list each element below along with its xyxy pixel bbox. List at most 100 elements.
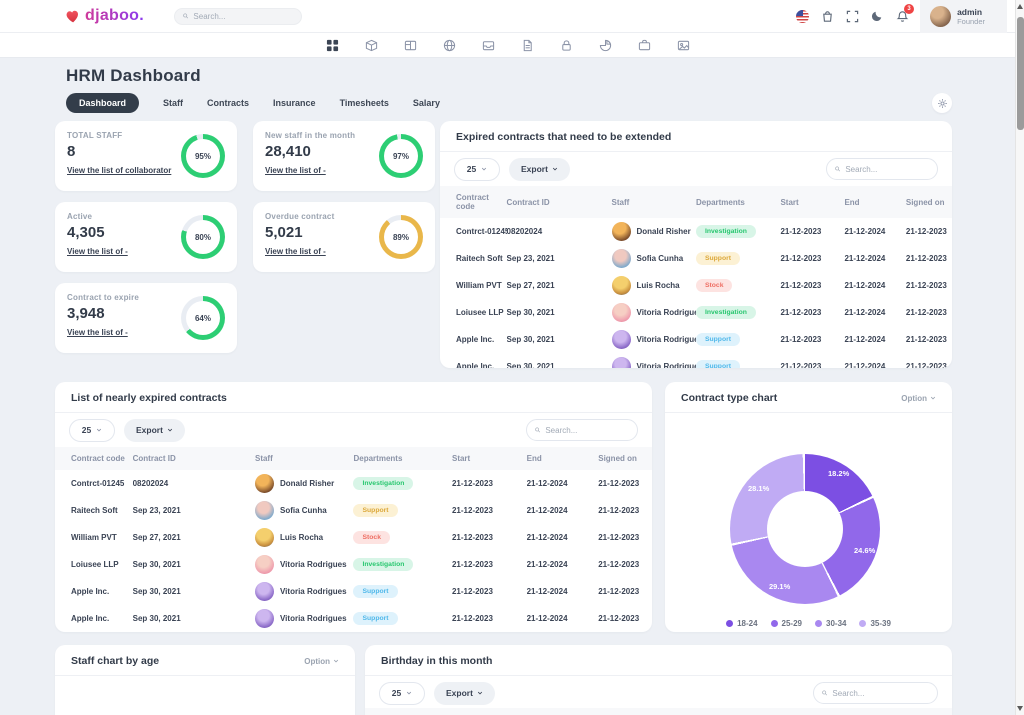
start-date-cell: 21-12-2023 [780,272,844,299]
department-cell: Support [353,605,452,632]
user-name: admin [957,7,985,17]
end-date-cell: 21-12-2024 [844,218,905,245]
page-size-select[interactable]: 25 [69,419,115,442]
table-search[interactable] [813,682,938,704]
chart-option-dropdown[interactable]: Option [304,657,339,666]
department-cell: Investigation [696,218,780,245]
global-search-input[interactable] [193,12,293,21]
start-date-cell: 21-12-2023 [452,578,527,605]
notifications-bell-icon[interactable]: 3 [895,9,909,23]
table-search-input[interactable] [545,426,629,435]
table-row: Contrct-01245 08202024 Donald Risher Inv… [440,218,952,245]
end-date-cell: 21-12-2024 [527,551,599,578]
stat-link[interactable]: View the list of - [265,166,326,175]
user-menu[interactable]: admin Founder [920,0,1007,33]
export-button[interactable]: Export [434,682,495,705]
page-size-select[interactable]: 25 [454,158,500,181]
export-button[interactable]: Export [124,419,185,442]
scrollbar-thumb[interactable] [1017,17,1024,130]
contract-id-cell: Sep 30, 2021 [133,551,255,578]
tab-contracts[interactable]: Contracts [207,93,249,113]
signed-date-cell: 21-12-2023 [598,497,652,524]
user-avatar [930,6,951,27]
table-row: Raitech Soft Sep 23, 2021 Sofia Cunha Su… [440,245,952,272]
modules-box-icon[interactable] [365,39,378,52]
contract-id-cell: Sep 30, 2021 [507,326,612,353]
contract-code-cell: Contrct-01245 [440,218,507,245]
tab-timesheets[interactable]: Timesheets [340,93,389,113]
panel-title: Expired contracts that need to be extend… [456,131,671,143]
dashboard-grid-icon[interactable] [326,39,339,52]
reports-pie-icon[interactable] [599,39,612,52]
security-lock-icon[interactable] [560,39,573,52]
page-scrollbar[interactable] [1015,0,1024,715]
department-badge: Investigation [696,225,756,238]
end-date-cell: 21-12-2024 [844,299,905,326]
inbox-icon[interactable] [482,39,495,52]
search-icon [183,13,188,19]
staff-avatar [612,249,631,268]
stat-link[interactable]: View the list of collaborator [67,166,171,175]
kanban-board-icon[interactable] [404,39,417,52]
scroll-up-arrow[interactable] [1017,4,1023,9]
table-header-row: Contract codeContract IDStaffDepartments… [55,447,652,470]
end-date-cell: 21-12-2024 [527,497,599,524]
table-search-input[interactable] [845,165,929,174]
contract-id-cell: Sep 27, 2021 [507,272,612,299]
staff-avatar [255,501,274,520]
chart-option-dropdown[interactable]: Option [901,394,936,403]
nearly-expired-contracts-panel: List of nearly expired contracts 25 Expo… [55,382,652,632]
department-badge: Support [696,252,740,265]
staff-avatar [612,330,631,349]
tab-salary[interactable]: Salary [413,93,440,113]
fullscreen-icon[interactable] [845,9,859,23]
department-cell: Stock [696,272,780,299]
global-search[interactable] [174,8,302,25]
scroll-down-arrow[interactable] [1017,706,1023,711]
department-cell: Investigation [353,551,452,578]
stat-progress-ring: 95% [181,134,225,178]
legend-dot [859,620,866,627]
end-date-cell: 21-12-2024 [844,272,905,299]
table-search-input[interactable] [832,689,929,698]
department-badge: Stock [696,279,733,292]
table-header-band [365,708,952,715]
contract-code-cell: Contrct-01245 [55,470,133,497]
start-date-cell: 21-12-2023 [780,326,844,353]
tab-staff[interactable]: Staff [163,93,183,113]
export-button[interactable]: Export [509,158,570,181]
donut-slice-label: 18.2% [828,469,849,478]
settings-gear-button[interactable] [932,93,952,113]
contract-code-cell: Apple Inc. [55,605,133,632]
stat-link[interactable]: View the list of - [67,328,128,337]
tab-insurance[interactable]: Insurance [273,93,316,113]
staff-cell: Sofia Cunha [255,497,354,524]
signed-date-cell: 21-12-2023 [906,353,952,368]
globe-icon[interactable] [443,39,456,52]
shopping-bag-icon[interactable] [820,9,834,23]
briefcase-icon[interactable] [638,39,651,52]
dark-mode-moon-icon[interactable] [870,9,884,23]
stat-link[interactable]: View the list of - [67,247,128,256]
contract-code-cell: Apple Inc. [440,326,507,353]
contract-id-cell: Sep 23, 2021 [133,497,255,524]
department-badge: Investigation [353,477,413,490]
department-badge: Investigation [353,558,413,571]
table-row: Apple Inc. Sep 30, 2021 Vitoria Rodrigue… [440,353,952,368]
tab-bar: Dashboard Staff Contracts Insurance Time… [66,93,440,113]
tab-dashboard[interactable]: Dashboard [66,93,139,113]
table-search[interactable] [826,158,938,180]
department-badge: Support [696,333,740,346]
contract-type-chart-panel: Contract type chart Option 18.2% 24.6% 2… [665,382,952,632]
documents-icon[interactable] [521,39,534,52]
language-flag-icon[interactable] [796,10,809,23]
start-date-cell: 21-12-2023 [780,299,844,326]
table-search[interactable] [526,419,638,441]
contract-code-cell: Apple Inc. [440,353,507,368]
stat-link[interactable]: View the list of - [265,247,326,256]
logo[interactable]: djaboo. [64,7,144,25]
table-row: Raitech Soft Sep 23, 2021 Sofia Cunha Su… [55,497,652,524]
page-size-select[interactable]: 25 [379,682,425,705]
media-image-icon[interactable] [677,39,690,52]
table-row: Contrct-01245 08202024 Donald Risher Inv… [55,470,652,497]
